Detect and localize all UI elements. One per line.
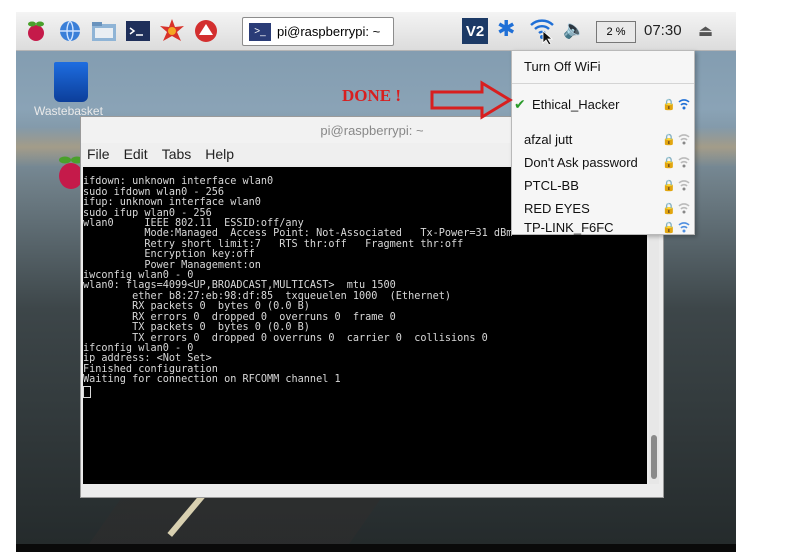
check-icon: ✔ [514,95,526,112]
signal-weak-icon [678,180,690,191]
cpu-value: 2 % [606,26,626,38]
turn-off-wifi-label: Turn Off WiFi [524,58,601,74]
lock-icon: 🔒 [662,156,676,169]
eject-icon[interactable]: ⏏ [698,21,713,41]
network-item[interactable]: afzal jutt 🔒 [512,128,694,150]
lock-icon: 🔒 [662,98,676,111]
lock-icon: 🔒 [662,133,676,146]
lock-icon: 🔒 [662,179,676,192]
signal-strong-icon [678,99,690,110]
terminal-small-icon: >_ [249,22,271,41]
menu-help[interactable]: Help [205,146,234,162]
lock-icon: 🔒 [662,221,676,234]
signal-weak-icon [678,134,690,145]
term-cursor-line [83,385,647,398]
network-item[interactable]: Don't Ask password 🔒 [512,151,694,173]
network-item[interactable]: TP-LINK_F6FC 🔒 [512,219,694,235]
signal-medium-icon [678,222,690,233]
text-cursor [83,385,91,398]
signal-weak-icon [678,203,690,214]
terminal-task-button[interactable]: >_ pi@raspberrypi: ~ [242,17,394,46]
desktop-screen: >_ pi@raspberrypi: ~ V2 ✱ 🔈 2 % 07:30 ⏏ … [16,12,736,552]
volume-icon[interactable]: 🔈 [563,19,585,40]
clock[interactable]: 07:30 [644,22,682,39]
task-title: pi@raspberrypi: ~ [277,24,381,39]
network-name: Don't Ask password [524,154,638,170]
signal-weak-icon [678,157,690,168]
taskbar: >_ pi@raspberrypi: ~ V2 ✱ 🔈 2 % 07:30 ⏏ [16,12,736,51]
menu-file[interactable]: File [87,146,110,162]
lock-icon: 🔒 [662,202,676,215]
network-name: TP-LINK_F6FC [524,219,614,235]
network-connected[interactable]: ✔ Ethical_Hacker 🔒 [512,93,694,115]
vnc-label: V2 [465,22,485,40]
file-manager-icon[interactable] [90,17,118,45]
cpu-monitor: 2 % [596,21,636,43]
wolfram-icon[interactable] [192,17,220,45]
network-item[interactable]: PTCL-BB 🔒 [512,174,694,196]
wifi-icon[interactable] [528,14,556,46]
network-item[interactable]: RED EYES 🔒 [512,197,694,219]
wifi-dropdown: Turn Off WiFi ✔ Ethical_Hacker 🔒 afzal j… [511,50,695,235]
done-annotation: DONE ! [342,86,402,105]
menu-tabs[interactable]: Tabs [162,146,192,162]
turn-off-wifi[interactable]: Turn Off WiFi [512,55,694,77]
raspberry-menu-icon[interactable] [22,17,50,45]
network-name: PTCL-BB [524,177,579,193]
vnc-server-icon[interactable]: V2 [462,18,488,44]
bottom-strip [16,544,736,552]
math-kernel-icon[interactable] [158,17,186,45]
web-browser-icon[interactable] [56,17,84,45]
menu-separator [512,83,694,84]
wastebasket-icon[interactable] [54,62,88,102]
term-line: Waiting for connection on RFCOMM channel… [83,374,341,386]
network-name: Ethical_Hacker [532,96,620,112]
red-arrow-annotation [430,80,513,120]
menu-edit[interactable]: Edit [124,146,148,162]
terminal-launcher-icon[interactable] [124,17,152,45]
network-name: afzal jutt [524,131,573,147]
scroll-thumb[interactable] [651,435,657,479]
term-line: TX packets 0 bytes 0 (0.0 B) [83,322,310,334]
bluetooth-icon[interactable]: ✱ [497,16,515,42]
network-name: RED EYES [524,200,590,216]
